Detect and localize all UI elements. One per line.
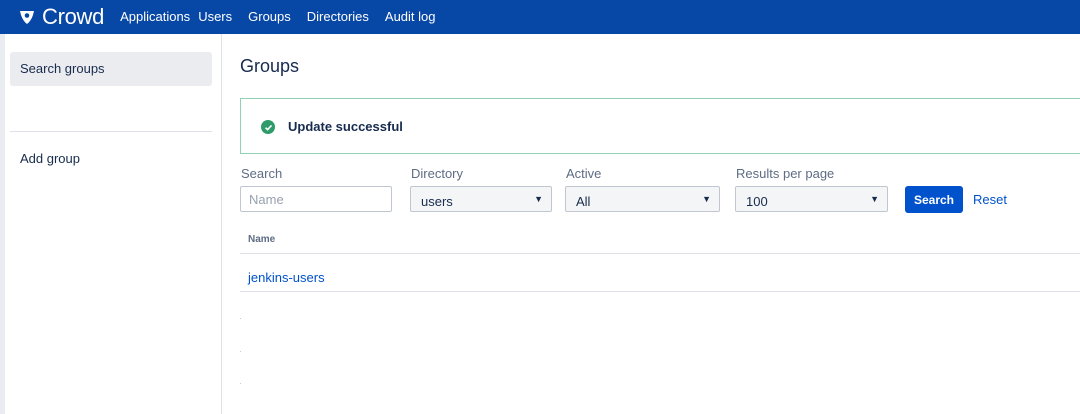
check-circle-icon (261, 120, 275, 134)
column-header-name[interactable]: Name (248, 234, 275, 245)
nav-applications[interactable]: Applications (120, 0, 190, 34)
artifact-dot (240, 383, 241, 384)
page-title: Groups (240, 56, 300, 76)
sidebar-item-search-groups[interactable]: Search groups (10, 52, 212, 86)
nav-audit-log[interactable]: Audit log (385, 0, 436, 34)
table-row-divider (240, 291, 1080, 292)
directory-label: Directory (411, 166, 464, 181)
sidebar-divider (10, 131, 212, 132)
nav-users[interactable]: Users (198, 0, 232, 34)
results-per-page-label: Results per page (736, 166, 835, 181)
logo-text: Crowd (42, 4, 105, 29)
directory-select-value: users (421, 194, 453, 209)
sidebar-item-add-group[interactable]: Add group (10, 142, 212, 176)
sidebar: Search groups Add group (7, 34, 222, 414)
results-per-page-value: 100 (746, 194, 768, 209)
crowd-logo-icon (18, 8, 36, 26)
chevron-down-icon: ▼ (702, 194, 711, 204)
nav-directories[interactable]: Directories (307, 0, 369, 34)
search-label: Search (241, 166, 283, 181)
active-select[interactable]: All ▼ (565, 186, 720, 212)
active-select-value: All (576, 194, 591, 209)
nav-groups[interactable]: Groups (248, 0, 291, 34)
results-per-page-select[interactable]: 100 ▼ (735, 186, 888, 212)
search-input[interactable] (240, 186, 392, 212)
active-label: Active (566, 166, 602, 181)
crowd-logo[interactable]: Crowd (0, 0, 114, 34)
chevron-down-icon: ▼ (534, 194, 543, 204)
search-button[interactable]: Search (905, 186, 963, 213)
group-link-jenkins-users[interactable]: jenkins-users (248, 270, 325, 285)
directory-select[interactable]: users ▼ (410, 186, 552, 212)
chevron-down-icon: ▼ (870, 194, 879, 204)
success-message: Update successful (240, 98, 1080, 154)
top-navigation-bar: Crowd Applications Users Groups Director… (0, 0, 1080, 34)
artifact-dot (240, 351, 241, 352)
reset-link[interactable]: Reset (973, 192, 1007, 207)
table-header-divider (240, 253, 1080, 254)
window-left-edge (0, 34, 5, 414)
success-message-text: Update successful (288, 119, 403, 134)
artifact-dot (240, 318, 241, 319)
